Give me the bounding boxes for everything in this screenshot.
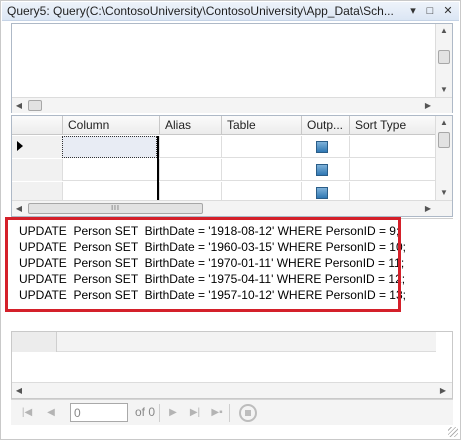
output-cell[interactable] xyxy=(301,136,349,158)
results-corner-cell[interactable] xyxy=(12,332,57,352)
record-count-label: of 0 xyxy=(135,405,156,419)
query-designer-window: Query5: Query(C:\ContosoUniversity\Conto… xyxy=(0,0,461,440)
navigator-separator xyxy=(229,404,230,422)
column-cell-selected[interactable] xyxy=(62,136,157,158)
scroll-left-icon[interactable]: ◀ xyxy=(12,201,26,216)
highlight-annotation-box xyxy=(5,217,401,312)
table-cell[interactable] xyxy=(221,136,301,158)
column-header-alias[interactable]: Alias xyxy=(159,116,221,135)
window-title: Query5: Query(C:\ContosoUniversity\Conto… xyxy=(7,4,393,18)
scroll-right-icon[interactable]: ▶ xyxy=(421,201,435,216)
maximize-icon[interactable]: □ xyxy=(422,4,438,19)
new-record-icon[interactable]: ▶▪ xyxy=(207,405,227,421)
row-selector[interactable] xyxy=(12,136,62,158)
criteria-row[interactable] xyxy=(12,136,436,158)
scroll-down-icon[interactable]: ▼ xyxy=(436,83,452,97)
sort-type-cell[interactable] xyxy=(349,159,436,181)
previous-record-icon[interactable]: ◀ xyxy=(43,405,59,421)
criteria-vertical-scrollbar[interactable]: ▲ ▼ xyxy=(435,116,452,200)
scroll-thumb[interactable]: III xyxy=(28,203,203,214)
scroll-thumb[interactable] xyxy=(28,100,42,111)
alias-cell[interactable] xyxy=(159,159,221,181)
resize-grip-icon[interactable] xyxy=(448,427,458,437)
diagram-horizontal-scrollbar[interactable]: ◀ ▶ xyxy=(12,97,452,113)
output-checkbox[interactable] xyxy=(316,141,328,153)
scroll-up-icon[interactable]: ▲ xyxy=(436,116,452,130)
first-record-icon[interactable]: |◀ xyxy=(19,405,35,421)
diagram-vertical-scrollbar[interactable]: ▲ ▼ xyxy=(435,24,452,97)
navigator-separator xyxy=(159,404,160,422)
table-cell[interactable] xyxy=(221,159,301,181)
scroll-thumb[interactable] xyxy=(438,132,450,148)
last-record-icon[interactable]: ▶| xyxy=(187,405,203,421)
output-checkbox[interactable] xyxy=(316,187,328,199)
column-header-output[interactable]: Outp... xyxy=(301,116,349,135)
column-header-column[interactable]: Column xyxy=(62,116,159,135)
close-icon[interactable]: ✕ xyxy=(440,4,456,19)
sort-type-cell[interactable] xyxy=(349,136,436,158)
output-checkbox[interactable] xyxy=(316,164,328,176)
scroll-left-icon[interactable]: ◀ xyxy=(12,383,26,398)
current-row-arrow-icon xyxy=(17,141,23,151)
diagram-pane[interactable]: ▲ ▼ ◀ ▶ xyxy=(11,23,453,113)
results-pane[interactable]: ◀ ▶ xyxy=(11,331,453,399)
scroll-left-icon[interactable]: ◀ xyxy=(12,98,26,113)
title-bar: Query5: Query(C:\ContosoUniversity\Conto… xyxy=(2,2,459,21)
record-number-input[interactable] xyxy=(70,403,128,422)
column-divider xyxy=(157,136,159,200)
next-record-icon[interactable]: ▶ xyxy=(165,405,181,421)
alias-cell[interactable] xyxy=(159,136,221,158)
scroll-up-icon[interactable]: ▲ xyxy=(436,24,452,38)
results-header-row xyxy=(12,332,436,352)
results-column-header xyxy=(57,332,436,352)
scroll-down-icon[interactable]: ▼ xyxy=(436,186,452,200)
stop-icon[interactable] xyxy=(239,404,257,422)
criteria-horizontal-scrollbar[interactable]: ◀ III ▶ xyxy=(12,200,452,216)
row-selector[interactable] xyxy=(12,159,62,181)
column-header-sort-type[interactable]: Sort Type xyxy=(349,116,436,135)
scroll-right-icon[interactable]: ▶ xyxy=(421,98,435,113)
scroll-thumb[interactable] xyxy=(438,50,450,64)
results-horizontal-scrollbar[interactable]: ◀ ▶ xyxy=(12,382,452,398)
scroll-right-icon[interactable]: ▶ xyxy=(436,383,450,398)
column-header-table[interactable]: Table xyxy=(221,116,301,135)
record-navigator: |◀ ◀ of 0 ▶ ▶| ▶▪ xyxy=(11,399,453,425)
criteria-row[interactable] xyxy=(12,159,436,181)
column-cell[interactable] xyxy=(62,159,159,181)
criteria-grid-header: Column Alias Table Outp... Sort Type xyxy=(12,116,436,135)
output-cell[interactable] xyxy=(301,159,349,181)
window-menu-dropdown-icon[interactable]: ▾ xyxy=(405,4,421,19)
criteria-pane[interactable]: Column Alias Table Outp... Sort Type ▲ ▼… xyxy=(11,115,453,217)
